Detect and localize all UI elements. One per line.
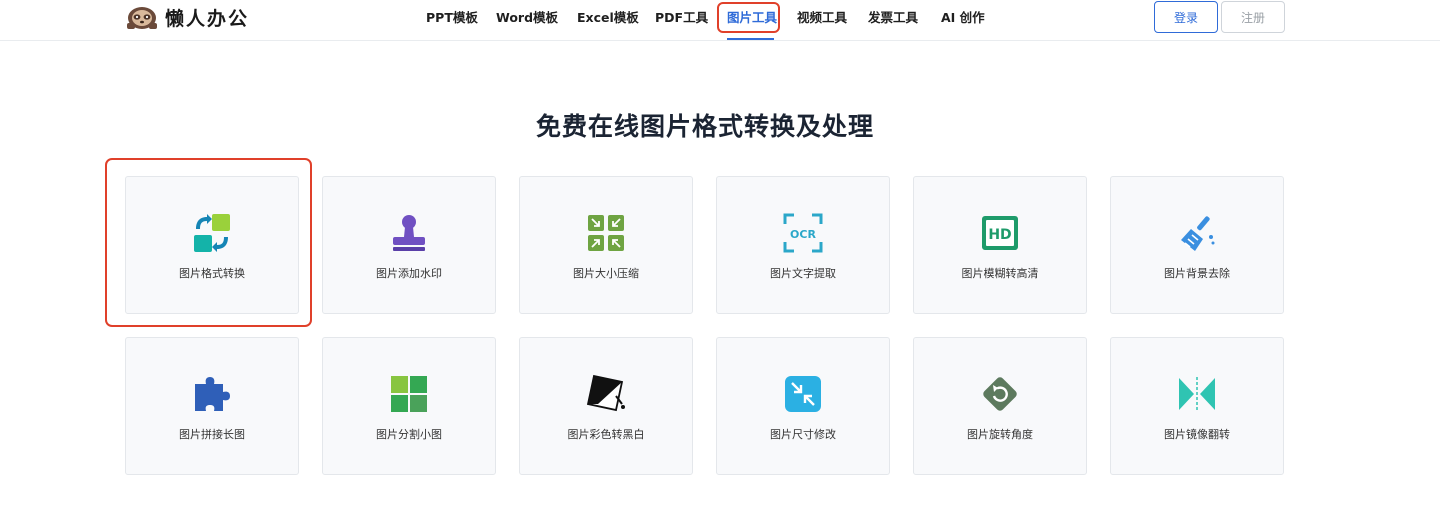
format-convert-icon	[194, 214, 230, 252]
tool-label: 图片尺寸修改	[770, 428, 836, 441]
logo[interactable]: 懒人办公	[125, 3, 249, 31]
tool-label: 图片旋转角度	[967, 428, 1033, 441]
nav-ai-creation[interactable]: AI 创作	[941, 8, 985, 28]
resize-icon	[785, 376, 821, 412]
tool-label: 图片模糊转高清	[961, 267, 1039, 280]
tool-label: 图片文字提取	[770, 267, 836, 280]
puzzle-icon	[195, 377, 230, 411]
tool-card-watermark[interactable]: 图片添加水印	[322, 176, 496, 314]
tool-card-format-convert[interactable]: 图片格式转换	[125, 176, 299, 314]
tool-card-compress[interactable]: 图片大小压缩	[519, 176, 693, 314]
grid-split-icon	[391, 376, 427, 412]
tool-label: 图片格式转换	[179, 267, 245, 280]
brush-icon	[1181, 216, 1215, 251]
active-nav-underline	[727, 38, 774, 40]
tool-card-ocr[interactable]: OCR 图片文字提取	[716, 176, 890, 314]
tool-label: 图片彩色转黑白	[567, 428, 645, 441]
mirror-flip-icon	[1179, 377, 1215, 411]
nav-pdf-tools[interactable]: PDF工具	[655, 8, 708, 28]
svg-text:OCR: OCR	[790, 228, 816, 241]
top-header: 懒人办公 PPT模板 Word模板 Excel模板 PDF工具 图片工具 视频工…	[0, 0, 1440, 41]
nav-highlight-box	[717, 2, 780, 33]
tool-card-mirror[interactable]: 图片镜像翻转	[1110, 337, 1284, 475]
tool-card-hd[interactable]: HD 图片模糊转高清	[913, 176, 1087, 314]
ocr-icon: OCR	[783, 213, 823, 253]
hd-icon: HD	[982, 216, 1018, 250]
tool-label: 图片分割小图	[376, 428, 442, 441]
tool-card-bg-remove[interactable]: 图片背景去除	[1110, 176, 1284, 314]
tool-label: 图片拼接长图	[179, 428, 245, 441]
login-button[interactable]: 登录	[1154, 1, 1218, 33]
tool-label: 图片大小压缩	[573, 267, 639, 280]
color-to-bw-icon	[586, 374, 625, 412]
compress-icon	[588, 215, 624, 251]
register-button[interactable]: 注册	[1221, 1, 1285, 33]
svg-text:HD: HD	[988, 227, 1011, 243]
nav-excel-templates[interactable]: Excel模板	[577, 8, 639, 28]
tool-label: 图片镜像翻转	[1164, 428, 1230, 441]
tool-card-resize[interactable]: 图片尺寸修改	[716, 337, 890, 475]
stamp-icon	[393, 215, 425, 251]
tool-card-stitch[interactable]: 图片拼接长图	[125, 337, 299, 475]
tool-card-rotate[interactable]: 图片旋转角度	[913, 337, 1087, 475]
tool-card-color-to-bw[interactable]: 图片彩色转黑白	[519, 337, 693, 475]
sloth-logo-icon	[127, 7, 157, 29]
tool-card-split[interactable]: 图片分割小图	[322, 337, 496, 475]
brand-name: 懒人办公	[165, 7, 250, 30]
nav-ppt-templates[interactable]: PPT模板	[426, 8, 478, 28]
tool-label: 图片添加水印	[376, 267, 442, 280]
tool-label: 图片背景去除	[1164, 267, 1230, 280]
page-title: 免费在线图片格式转换及处理	[535, 112, 874, 141]
nav-invoice-tools[interactable]: 发票工具	[868, 8, 918, 28]
nav-video-tools[interactable]: 视频工具	[797, 8, 847, 28]
rotate-icon	[983, 377, 1017, 411]
nav-word-templates[interactable]: Word模板	[496, 8, 558, 28]
